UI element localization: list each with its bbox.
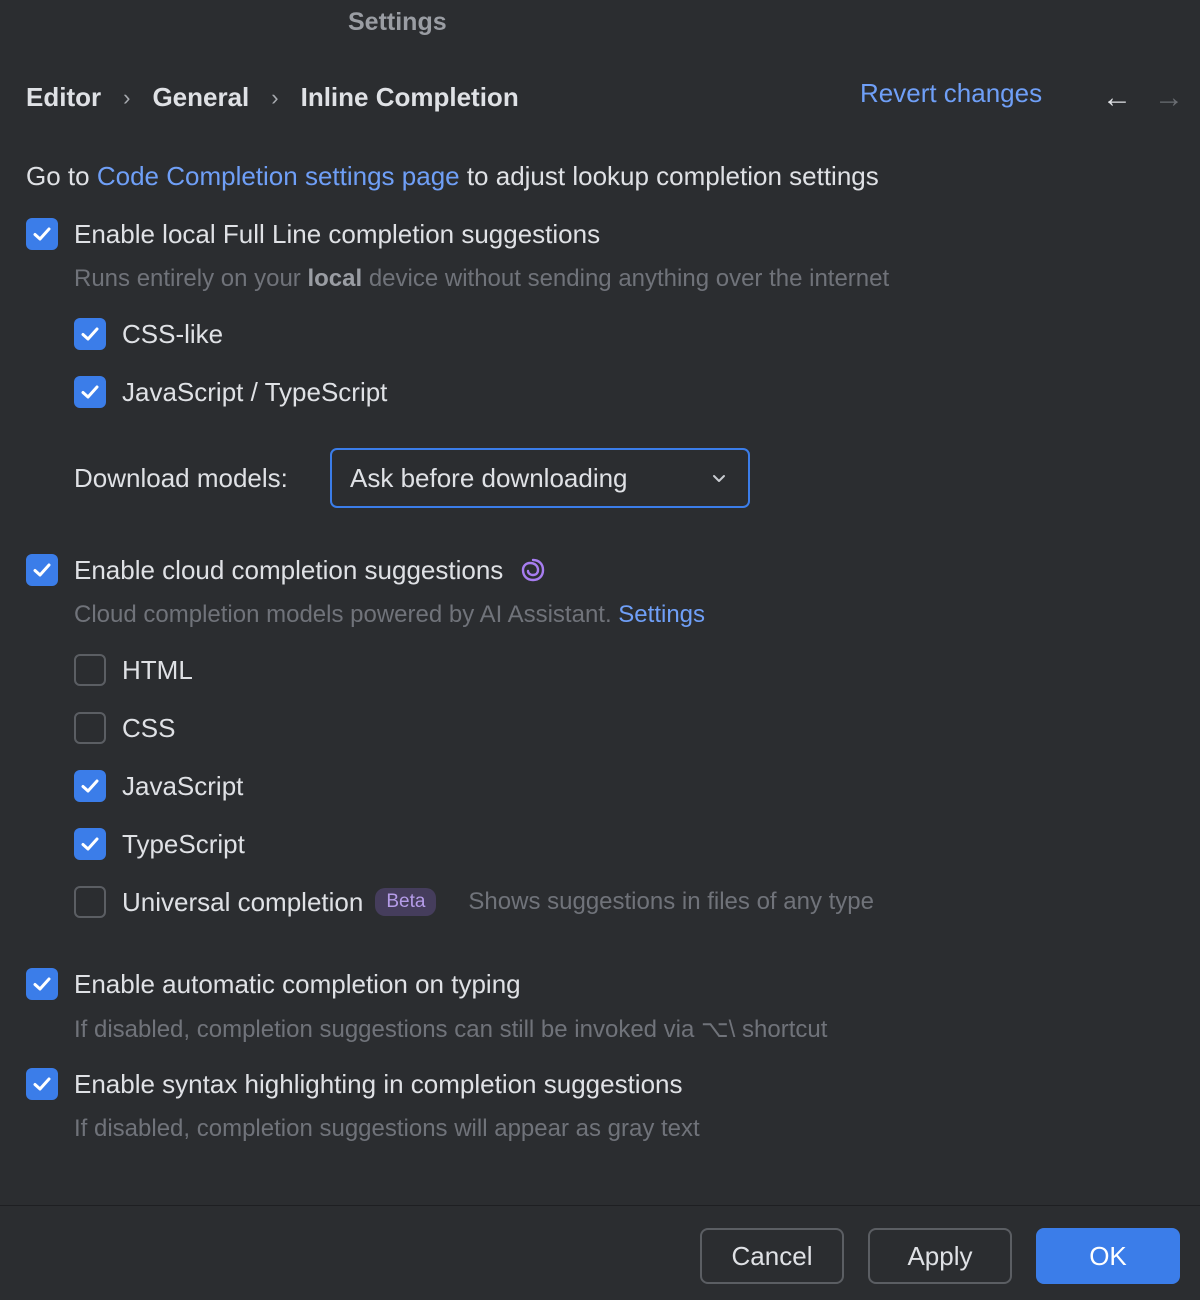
local-completion-hint: Runs entirely on your local device witho… xyxy=(74,265,890,292)
local-completion-label: Enable local Full Line completion sugges… xyxy=(74,218,601,249)
local-lang-js-ts-label: JavaScript / TypeScript xyxy=(122,376,388,407)
revert-changes-link[interactable]: Revert changes xyxy=(860,78,1042,109)
local-lang-js-ts-row[interactable]: JavaScript / TypeScript xyxy=(74,376,387,408)
universal-completion-checkbox[interactable] xyxy=(74,886,106,918)
cloud-lang-css-row[interactable]: CSS xyxy=(74,712,175,744)
ai-assistant-icon xyxy=(522,558,545,582)
syntax-highlighting-hint: If disabled, completion suggestions will… xyxy=(74,1115,700,1142)
local-lang-css-like-checkbox[interactable] xyxy=(74,318,106,350)
back-arrow-icon[interactable]: ← xyxy=(1102,80,1132,116)
chevron-down-icon xyxy=(713,475,725,482)
download-models-label: Download models: xyxy=(74,463,288,493)
auto-completion-checkbox[interactable] xyxy=(26,968,58,1000)
download-models-select[interactable]: Ask before downloading xyxy=(330,448,750,508)
universal-completion-row[interactable]: Universal completion Beta Shows suggesti… xyxy=(74,886,874,918)
beta-badge: Beta xyxy=(375,888,437,916)
auto-completion-checkbox-row[interactable]: Enable automatic completion on typing xyxy=(26,968,521,1000)
cloud-lang-html-label: HTML xyxy=(122,654,193,685)
breadcrumb-separator-icon: › xyxy=(123,84,131,110)
ai-assistant-settings-link[interactable]: Settings xyxy=(618,601,705,628)
ok-button[interactable]: OK xyxy=(1036,1228,1180,1284)
cloud-lang-css-checkbox[interactable] xyxy=(74,712,106,744)
cloud-completion-label: Enable cloud completion suggestions xyxy=(74,554,504,585)
cloud-lang-typescript-label: TypeScript xyxy=(122,828,245,859)
download-models-value: Ask before downloading xyxy=(350,462,628,493)
syntax-highlighting-checkbox[interactable] xyxy=(26,1068,58,1100)
local-completion-checkbox[interactable] xyxy=(26,218,58,250)
cloud-lang-typescript-checkbox[interactable] xyxy=(74,828,106,860)
checkmark-icon xyxy=(33,227,51,241)
checkmark-icon xyxy=(33,1077,51,1091)
local-completion-checkbox-row[interactable]: Enable local Full Line completion sugges… xyxy=(26,218,600,250)
intro-text: Go to Code Completion settings page to a… xyxy=(26,161,879,191)
universal-completion-hint: Shows suggestions in files of any type xyxy=(468,888,874,915)
checkmark-icon xyxy=(81,837,99,851)
cloud-completion-checkbox[interactable] xyxy=(26,554,58,586)
window-title: Settings xyxy=(348,8,447,36)
breadcrumb-general[interactable]: General xyxy=(152,82,249,113)
breadcrumb-editor[interactable]: Editor xyxy=(26,82,101,113)
breadcrumb-inline-completion: Inline Completion xyxy=(300,82,519,112)
checkmark-icon xyxy=(33,977,51,991)
checkmark-icon xyxy=(33,563,51,577)
auto-completion-hint: If disabled, completion suggestions can … xyxy=(74,1016,828,1043)
cloud-completion-hint: Cloud completion models powered by AI As… xyxy=(74,601,706,628)
local-lang-css-like-row[interactable]: CSS-like xyxy=(74,318,223,350)
checkmark-icon xyxy=(81,327,99,341)
auto-completion-label: Enable automatic completion on typing xyxy=(74,968,521,999)
checkmark-icon xyxy=(81,779,99,793)
checkmark-icon xyxy=(81,385,99,399)
cloud-completion-checkbox-row[interactable]: Enable cloud completion suggestions xyxy=(26,554,547,586)
apply-button[interactable]: Apply xyxy=(868,1228,1012,1284)
cloud-lang-html-row[interactable]: HTML xyxy=(74,654,193,686)
cloud-lang-typescript-row[interactable]: TypeScript xyxy=(74,828,245,860)
cloud-lang-javascript-checkbox[interactable] xyxy=(74,770,106,802)
cloud-lang-javascript-row[interactable]: JavaScript xyxy=(74,770,243,802)
universal-completion-label: Universal completion xyxy=(122,886,364,917)
breadcrumb: Editor › General › Inline Completion xyxy=(26,82,519,113)
local-lang-js-ts-checkbox[interactable] xyxy=(74,376,106,408)
forward-arrow-icon[interactable]: → xyxy=(1154,80,1184,116)
breadcrumb-separator-icon: › xyxy=(271,84,279,110)
syntax-highlighting-label: Enable syntax highlighting in completion… xyxy=(74,1068,683,1099)
code-completion-settings-link[interactable]: Code Completion settings page xyxy=(97,161,460,191)
cloud-lang-javascript-label: JavaScript xyxy=(122,770,244,801)
cloud-lang-css-label: CSS xyxy=(122,712,176,743)
footer-divider xyxy=(0,1205,1200,1206)
local-lang-css-like-label: CSS-like xyxy=(122,318,224,349)
cloud-lang-html-checkbox[interactable] xyxy=(74,654,106,686)
cancel-button[interactable]: Cancel xyxy=(700,1228,844,1284)
syntax-highlighting-checkbox-row[interactable]: Enable syntax highlighting in completion… xyxy=(26,1068,683,1100)
